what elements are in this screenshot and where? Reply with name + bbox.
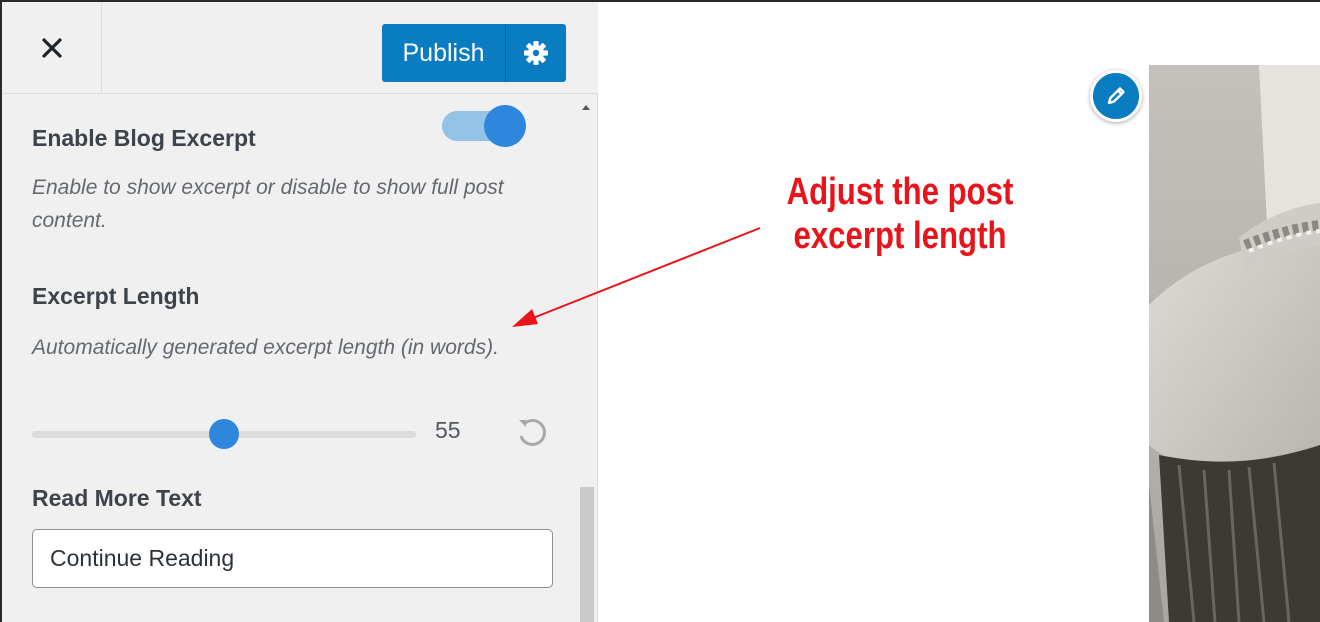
reset-icon — [519, 419, 546, 446]
reset-button[interactable] — [514, 415, 550, 451]
pencil-icon — [1107, 87, 1125, 105]
scroll-up-arrow[interactable] — [580, 102, 592, 114]
excerpt-toggle-label: Enable Blog Excerpt — [32, 125, 256, 151]
edit-shortcut-button[interactable] — [1090, 70, 1142, 122]
annotation-text: Adjust the post excerpt length — [748, 170, 1051, 258]
excerpt-length-label: Excerpt Length — [32, 283, 200, 309]
slider-thumb[interactable] — [209, 419, 239, 449]
publish-button[interactable]: Publish — [382, 24, 506, 82]
scrollbar-thumb[interactable] — [580, 487, 594, 622]
gear-icon — [524, 41, 548, 65]
excerpt-toggle[interactable] — [442, 105, 528, 147]
publish-group: Publish — [382, 24, 566, 82]
annotation-line-2: excerpt length — [793, 215, 1007, 257]
excerpt-toggle-description: Enable to show excerpt or disable to sho… — [32, 176, 504, 232]
excerpt-length-slider[interactable] — [32, 419, 416, 449]
read-more-label: Read More Text — [32, 485, 202, 511]
customizer-controls: Enable Blog Excerpt Enable to show excer… — [2, 95, 582, 622]
excerpt-length-description: Automatically generated excerpt length (… — [32, 336, 499, 359]
read-more-input[interactable] — [32, 529, 553, 588]
publish-settings-button[interactable] — [506, 24, 566, 82]
close-button[interactable] — [2, 2, 102, 94]
excerpt-length-value: 55 — [435, 417, 461, 443]
customizer-header: Publish — [2, 2, 598, 94]
toggle-knob — [484, 105, 526, 147]
customizer-panel: Publish Enable Blog Excerpt Enable to sh… — [2, 2, 598, 622]
annotation-line-1: Adjust the post — [786, 171, 1014, 213]
preview-photo — [1149, 65, 1320, 622]
close-icon — [41, 38, 62, 58]
